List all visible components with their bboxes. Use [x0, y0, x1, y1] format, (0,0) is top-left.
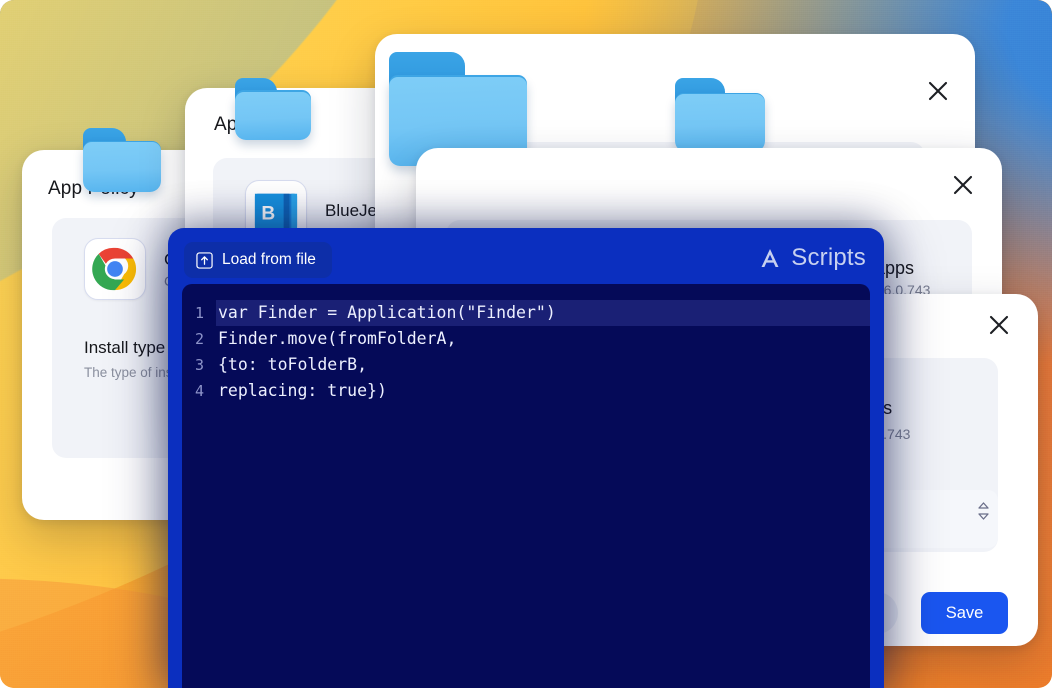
folder-icon-second	[235, 78, 311, 140]
code-line-number: 3	[194, 356, 204, 374]
load-from-file-label: Load from file	[222, 251, 316, 268]
code-line[interactable]: 4 replacing: true})	[182, 378, 870, 404]
folder-icon-left	[83, 128, 161, 192]
code-line[interactable]: 3 {to: toFolderB,	[182, 352, 870, 378]
folder-icon-top-small	[675, 78, 765, 152]
code-line-text: Finder.move(fromFolderA,	[218, 329, 457, 348]
svg-text:B: B	[261, 204, 275, 225]
close-icon[interactable]	[948, 170, 978, 200]
load-from-file-button[interactable]: Load from file	[184, 242, 332, 278]
code-line[interactable]: 2 Finder.move(fromFolderA,	[182, 326, 870, 352]
code-line-text-wrap: var Finder = Application("Finder")	[216, 300, 870, 326]
screenshot-root: Chrome Chrome Install type The type of i…	[0, 0, 1052, 688]
code-line-text-wrap: replacing: true})	[216, 378, 870, 404]
code-line[interactable]: 1 var Finder = Application("Finder")	[182, 300, 870, 326]
chrome-icon	[84, 238, 146, 300]
code-lines: 1 var Finder = Application("Finder") 2 Find…	[182, 300, 870, 404]
scripts-brand-label: Scripts	[791, 244, 866, 271]
scripts-editor-window: Load from file Scripts 1 var Finder = App…	[168, 228, 884, 688]
close-icon[interactable]	[923, 76, 953, 106]
upload-box-icon	[196, 251, 213, 269]
code-line-number: 2	[194, 330, 204, 348]
code-line-text: replacing: true})	[218, 381, 387, 400]
code-editor-area[interactable]: 1 var Finder = Application("Finder") 2 Find…	[182, 284, 870, 688]
install-type-label: Install type	[84, 338, 166, 357]
scripts-chevron-logo-icon	[757, 245, 783, 271]
code-line-number: 4	[194, 382, 204, 400]
close-icon[interactable]	[984, 310, 1014, 340]
card-second-app-meta: BlueJe	[325, 201, 377, 221]
save-button[interactable]: Save	[921, 592, 1008, 634]
chevron-updown-icon[interactable]	[976, 500, 991, 527]
code-line-text: var Finder = Application("Finder")	[218, 303, 556, 322]
scripts-brand: Scripts	[757, 244, 866, 272]
code-line-text-wrap: {to: toFolderB,	[216, 352, 870, 378]
code-line-text: {to: toFolderB,	[218, 355, 368, 374]
code-line-text-wrap: Finder.move(fromFolderA,	[216, 326, 870, 352]
code-line-number: 1	[194, 304, 204, 322]
card-second-app-name: BlueJe	[325, 201, 377, 220]
